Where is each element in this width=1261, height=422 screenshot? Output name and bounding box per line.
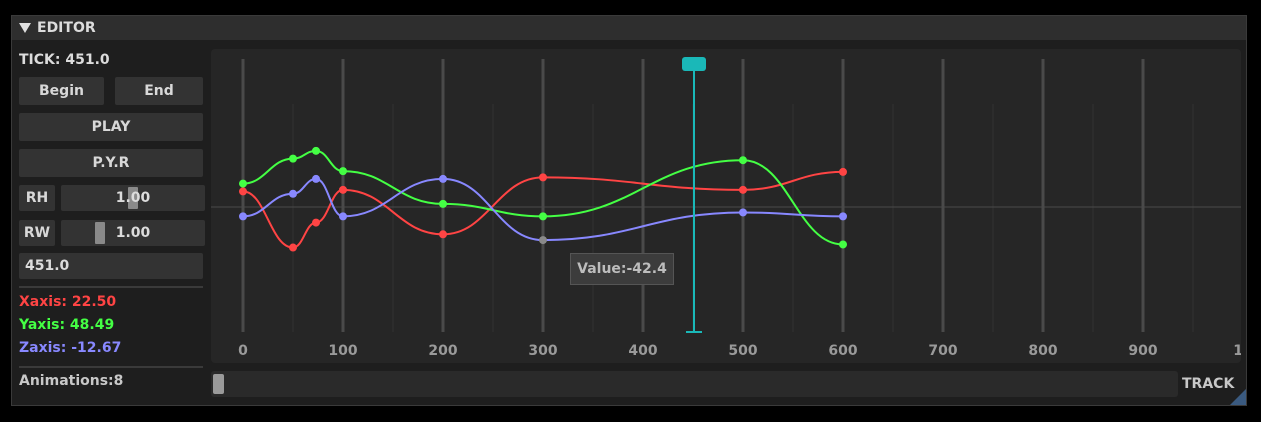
timeline-canvas[interactable]: 0 100 200 300 400 500 600 700 800 900 10 Value:-42… [211, 49, 1241, 363]
keyframe-point [339, 212, 347, 221]
keyframe-point [439, 230, 447, 239]
x-tick-label: 0 [238, 343, 248, 359]
track-scrollbar[interactable] [211, 371, 1178, 397]
x-tick-label: 100 [328, 343, 357, 359]
keyframe-point [339, 185, 347, 194]
rw-value: 1.00 [115, 225, 151, 241]
tick-input[interactable]: 451.0 [19, 253, 203, 279]
yaxis-value: Yaxis: 48.49 [19, 317, 115, 333]
rh-value: 1.00 [115, 190, 151, 206]
keyframe-point [539, 236, 547, 245]
begin-button[interactable]: Begin [19, 77, 104, 105]
keyframe-point [539, 212, 547, 221]
x-tick-label: 600 [828, 343, 857, 359]
keyframe-point [539, 173, 547, 182]
x-tick-label: 900 [1128, 343, 1157, 359]
keyframe-point [312, 146, 320, 155]
xaxis-value: Xaxis: 22.50 [19, 294, 117, 310]
keyframe-point [839, 212, 847, 221]
resize-grip-icon[interactable] [1230, 389, 1246, 405]
keyframe-point [289, 243, 297, 252]
keyframe-point [339, 167, 347, 176]
track-scrollbar-thumb[interactable] [213, 374, 224, 394]
keyframe-point [289, 189, 297, 198]
x-tick-label: 700 [928, 343, 957, 359]
pyr-button[interactable]: P.Y.R [19, 149, 203, 177]
tick-label: TICK: 451.0 [19, 52, 110, 68]
track-label: TRACK [1182, 376, 1235, 392]
keyframe-point [239, 179, 247, 188]
window-title: EDITOR [37, 20, 96, 36]
x-tick-label: 800 [1028, 343, 1057, 359]
keyframe-point [839, 240, 847, 249]
x-tick-label: 500 [728, 343, 757, 359]
keyframe-point [739, 185, 747, 194]
rw-label: RW [19, 220, 55, 246]
keyframe-point [739, 208, 747, 217]
curve-chart[interactable]: 0 100 200 300 400 500 600 700 800 900 10 [211, 49, 1241, 363]
keyframe-point [739, 156, 747, 165]
x-tick-label: 300 [528, 343, 557, 359]
x-tick-label: 10 [1233, 343, 1241, 359]
keyframe-point [839, 167, 847, 176]
play-button[interactable]: PLAY [19, 113, 203, 141]
rh-slider[interactable]: 1.00 [61, 185, 205, 211]
editor-titlebar[interactable]: EDITOR [12, 16, 1246, 40]
rw-slider[interactable]: 1.00 [61, 220, 205, 246]
keyframe-point [289, 154, 297, 163]
keyframe-point [439, 199, 447, 208]
x-tick-label: 400 [628, 343, 657, 359]
keyframe-point [312, 218, 320, 227]
value-tooltip: Value:-42.4 [570, 253, 674, 285]
keyframe-point [239, 187, 247, 196]
collapse-triangle-icon[interactable] [19, 23, 31, 33]
keyframe-point [239, 212, 247, 221]
editor-window: EDITOR TICK: 451.0 Begin End PLAY P.Y.R … [11, 15, 1247, 406]
playhead-handle[interactable] [682, 57, 706, 71]
divider [19, 366, 203, 368]
rh-label: RH [19, 185, 55, 211]
zaxis-value: Zaxis: -12.67 [19, 340, 122, 356]
end-button[interactable]: End [115, 77, 203, 105]
animations-count: Animations:8 [19, 373, 124, 389]
keyframe-point [312, 174, 320, 183]
divider [19, 286, 203, 288]
x-tick-label: 200 [428, 343, 457, 359]
keyframe-point [439, 174, 447, 183]
